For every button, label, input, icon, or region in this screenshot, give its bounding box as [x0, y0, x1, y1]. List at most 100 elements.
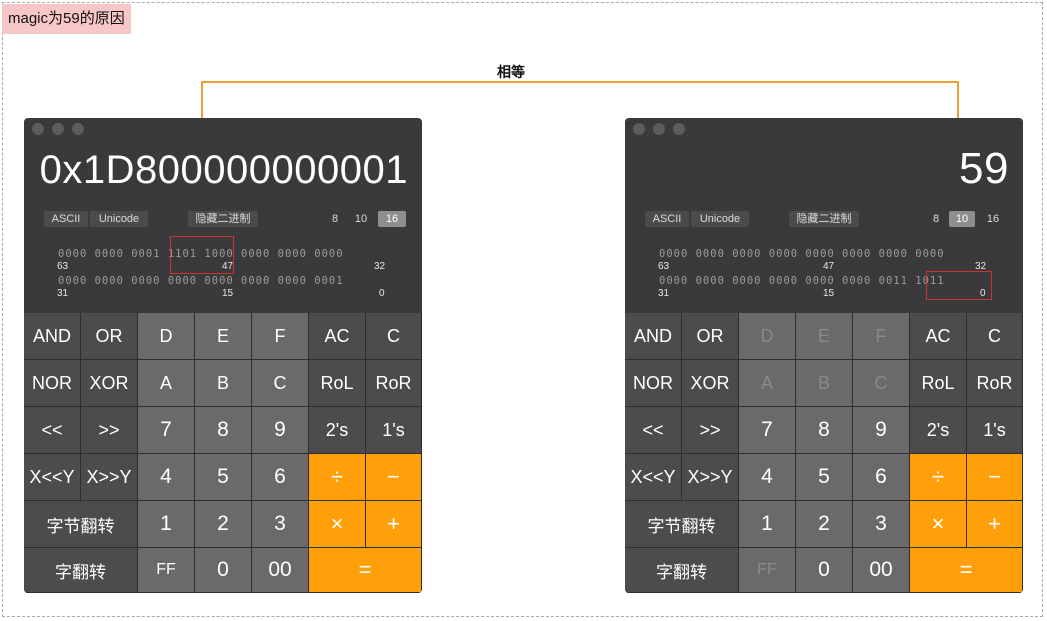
ascii-button[interactable]: ASCII — [645, 211, 689, 227]
hex-c-key[interactable]: C — [853, 360, 910, 407]
twos-complement-key[interactable]: 2's — [910, 407, 967, 454]
ones-complement-key[interactable]: 1's — [967, 407, 1023, 454]
zoom-window-button[interactable] — [673, 123, 685, 135]
word-swap-key[interactable]: 字翻转 — [625, 548, 739, 593]
clear-key[interactable]: C — [366, 313, 422, 360]
hex-b-key[interactable]: B — [796, 360, 853, 407]
bits-row-low[interactable]: 0000 0000 0000 0000 0000 0000 0000 0001 — [58, 275, 344, 287]
right-calculator-window: 59 ASCII Unicode 隐藏二进制 8 10 16 0000 0000… — [625, 118, 1023, 593]
digit-2-key[interactable]: 2 — [796, 501, 853, 548]
hex-d-key[interactable]: D — [138, 313, 195, 360]
digit-1-key[interactable]: 1 — [739, 501, 796, 548]
digit-4-key[interactable]: 4 — [138, 454, 195, 501]
minus-key[interactable]: − — [366, 454, 422, 501]
nor-key[interactable]: NOR — [625, 360, 682, 407]
byte-swap-key[interactable]: 字节翻转 — [24, 501, 138, 548]
multiply-key[interactable]: × — [309, 501, 366, 548]
x-shl-y-key[interactable]: X<<Y — [24, 454, 81, 501]
ff-key[interactable]: FF — [739, 548, 796, 593]
digit-8-key[interactable]: 8 — [195, 407, 252, 454]
all-clear-key[interactable]: AC — [910, 313, 967, 360]
xor-key[interactable]: XOR — [81, 360, 138, 407]
digit-3-key[interactable]: 3 — [853, 501, 910, 548]
base-16-button[interactable]: 16 — [378, 211, 406, 227]
or-key[interactable]: OR — [682, 313, 739, 360]
base-10-button[interactable]: 10 — [949, 211, 975, 227]
hex-e-key[interactable]: E — [195, 313, 252, 360]
hex-b-key[interactable]: B — [195, 360, 252, 407]
base-16-button[interactable]: 16 — [979, 211, 1007, 227]
plus-key[interactable]: + — [366, 501, 422, 548]
hex-a-key[interactable]: A — [739, 360, 796, 407]
rotate-left-key[interactable]: RoL — [309, 360, 366, 407]
shift-left-key[interactable]: << — [625, 407, 682, 454]
hide-binary-button[interactable]: 隐藏二进制 — [789, 211, 859, 227]
word-swap-key[interactable]: 字翻转 — [24, 548, 138, 593]
hex-c-key[interactable]: C — [252, 360, 309, 407]
minimize-window-button[interactable] — [653, 123, 665, 135]
bits-row-low[interactable]: 0000 0000 0000 0000 0000 0000 0011 1011 — [659, 275, 945, 287]
minimize-window-button[interactable] — [52, 123, 64, 135]
xor-key[interactable]: XOR — [682, 360, 739, 407]
digit-0-key[interactable]: 0 — [195, 548, 252, 593]
close-window-button[interactable] — [633, 123, 645, 135]
rotate-right-key[interactable]: RoR — [366, 360, 422, 407]
equals-key[interactable]: = — [910, 548, 1023, 593]
double-zero-key[interactable]: 00 — [853, 548, 910, 593]
hex-a-key[interactable]: A — [138, 360, 195, 407]
digit-6-key[interactable]: 6 — [853, 454, 910, 501]
double-zero-key[interactable]: 00 — [252, 548, 309, 593]
digit-9-key[interactable]: 9 — [252, 407, 309, 454]
hex-f-key[interactable]: F — [252, 313, 309, 360]
close-window-button[interactable] — [32, 123, 44, 135]
unicode-button[interactable]: Unicode — [691, 211, 749, 227]
digit-8-key[interactable]: 8 — [796, 407, 853, 454]
digit-3-key[interactable]: 3 — [252, 501, 309, 548]
multiply-key[interactable]: × — [910, 501, 967, 548]
digit-7-key[interactable]: 7 — [739, 407, 796, 454]
digit-1-key[interactable]: 1 — [138, 501, 195, 548]
digit-4-key[interactable]: 4 — [739, 454, 796, 501]
x-shr-y-key[interactable]: X>>Y — [682, 454, 739, 501]
minus-key[interactable]: − — [967, 454, 1023, 501]
hex-f-key[interactable]: F — [853, 313, 910, 360]
divide-key[interactable]: ÷ — [309, 454, 366, 501]
ff-key[interactable]: FF — [138, 548, 195, 593]
digit-5-key[interactable]: 5 — [796, 454, 853, 501]
rotate-left-key[interactable]: RoL — [910, 360, 967, 407]
equals-key[interactable]: = — [309, 548, 422, 593]
digit-7-key[interactable]: 7 — [138, 407, 195, 454]
all-clear-key[interactable]: AC — [309, 313, 366, 360]
and-key[interactable]: AND — [625, 313, 682, 360]
zoom-window-button[interactable] — [72, 123, 84, 135]
shift-right-key[interactable]: >> — [682, 407, 739, 454]
byte-swap-key[interactable]: 字节翻转 — [625, 501, 739, 548]
shift-right-key[interactable]: >> — [81, 407, 138, 454]
base-8-button[interactable]: 8 — [925, 211, 947, 227]
ones-complement-key[interactable]: 1's — [366, 407, 422, 454]
twos-complement-key[interactable]: 2's — [309, 407, 366, 454]
digit-6-key[interactable]: 6 — [252, 454, 309, 501]
or-key[interactable]: OR — [81, 313, 138, 360]
divide-key[interactable]: ÷ — [910, 454, 967, 501]
digit-5-key[interactable]: 5 — [195, 454, 252, 501]
base-10-button[interactable]: 10 — [348, 211, 374, 227]
clear-key[interactable]: C — [967, 313, 1023, 360]
bits-row-high[interactable]: 0000 0000 0000 0000 0000 0000 0000 0000 — [659, 248, 945, 260]
shift-left-key[interactable]: << — [24, 407, 81, 454]
and-key[interactable]: AND — [24, 313, 81, 360]
nor-key[interactable]: NOR — [24, 360, 81, 407]
ascii-button[interactable]: ASCII — [44, 211, 88, 227]
base-8-button[interactable]: 8 — [324, 211, 346, 227]
hex-e-key[interactable]: E — [796, 313, 853, 360]
digit-0-key[interactable]: 0 — [796, 548, 853, 593]
digit-9-key[interactable]: 9 — [853, 407, 910, 454]
rotate-right-key[interactable]: RoR — [967, 360, 1023, 407]
unicode-button[interactable]: Unicode — [90, 211, 148, 227]
hex-d-key[interactable]: D — [739, 313, 796, 360]
x-shl-y-key[interactable]: X<<Y — [625, 454, 682, 501]
plus-key[interactable]: + — [967, 501, 1023, 548]
hide-binary-button[interactable]: 隐藏二进制 — [188, 211, 258, 227]
digit-2-key[interactable]: 2 — [195, 501, 252, 548]
x-shr-y-key[interactable]: X>>Y — [81, 454, 138, 501]
